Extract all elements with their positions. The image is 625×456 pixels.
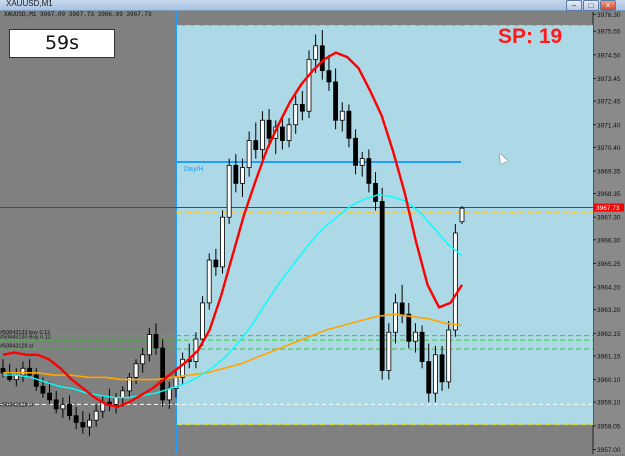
candle-body [53,399,59,410]
candle-body [253,140,259,150]
candle-body [413,331,418,342]
candle-body [419,331,425,362]
candle-body [439,354,445,383]
candle-body [120,390,126,399]
candle-body [366,158,372,184]
candle-body [233,164,239,184]
candle-body [226,164,232,218]
stop-loss-label: #50843128 sl [0,402,33,408]
candle-body [346,110,352,139]
candle-body [33,374,39,387]
candle-body [206,259,212,304]
candle-body [93,410,99,421]
candle-body [67,403,72,417]
candle-body [293,104,299,126]
y-tick-label: 3971.40 [597,122,621,129]
y-tick-label: 3957.00 [597,447,621,454]
y-tick-label: 3966.30 [597,237,621,244]
order-label: #50843130 Buy 0.12 [0,335,51,341]
candle-body [20,367,26,376]
candle-body [452,232,458,331]
spread-readout: SP: 19 [498,25,563,48]
candle-body [326,70,332,83]
y-tick-label: 3958.05 [597,423,621,430]
y-tick-label: 3975.55 [597,29,621,36]
price-chart[interactable]: Day/H 3976.30 3975.55 3974.50 3973.45 3972.45… [0,0,625,456]
y-tick-label: 3959.10 [597,400,621,407]
candle-body [313,45,319,60]
candle-body [446,329,452,383]
price-tag-label: 3967.73 [596,205,620,212]
y-tick-label: 3963.20 [597,307,621,314]
candle-body [432,354,438,394]
candle-body [27,367,33,376]
candle-body [359,158,365,166]
candle-body [279,126,285,141]
ohlc-readout: XAUUSD,M1 3967.09 3967.73 3966.99 3967.7… [4,11,152,18]
candle-body [40,385,46,394]
candle-body [406,313,412,342]
candle-body [60,403,66,410]
candle-body [399,302,405,315]
y-tick-label: 3974.50 [597,52,621,59]
candle-body [180,358,186,378]
order-label: #50843128 sl [0,344,33,350]
candle-body [113,397,119,405]
candle-body [319,45,325,72]
y-tick-label: 3976.30 [597,12,621,19]
candle-body [166,388,172,401]
candle-body [146,334,152,356]
y-tick-label: 3961.15 [597,353,621,360]
candle-body [220,216,225,268]
candle-body [213,259,219,268]
candle-body [353,137,358,166]
candle-body [140,354,146,365]
candle-body [87,419,92,428]
y-tick-label: 3964.20 [597,285,621,292]
candle-body [299,104,305,112]
candle-body [266,119,272,139]
candle-body [200,302,205,340]
candle-body [426,361,432,394]
y-tick-label: 3972.45 [597,99,621,106]
candle-body [379,201,385,371]
y-tick-label: 3962.15 [597,331,621,338]
candle-body [286,124,292,141]
y-tick-label: 3968.35 [597,191,621,198]
candle-body [153,334,159,349]
candle-body [459,207,465,223]
y-tick-label: 3970.40 [597,145,621,152]
candle-body [47,392,52,401]
candle-body [339,110,345,121]
y-tick-label: 3960.10 [597,377,621,384]
candle-body [373,182,378,202]
candle-body [393,302,398,333]
y-tick-label: 3965.25 [597,261,621,268]
candle-body [73,415,79,423]
candle-body [240,167,245,184]
y-tick-label: 3969.35 [597,168,621,175]
candle-body [246,140,252,169]
y-tick-label: 3973.45 [597,76,621,83]
candle-body [386,331,392,371]
y-tick-label: 3967.30 [597,215,621,222]
candle-body [80,422,86,428]
candle-body [333,81,339,121]
day-level-label: Day/H [184,166,203,173]
candle-body [133,363,139,378]
candle-body [306,58,312,112]
candle-body [7,372,13,380]
bar-timer: 59s [9,29,115,58]
candle-body [260,119,265,150]
